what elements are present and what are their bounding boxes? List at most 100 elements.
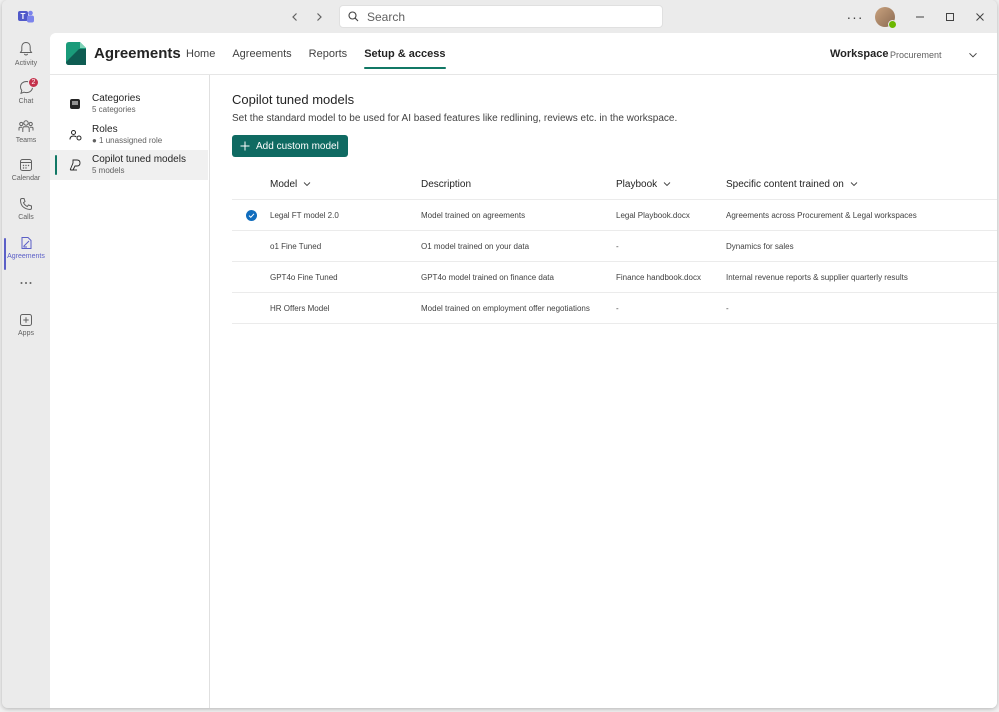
rail-label: Activity [14,60,38,67]
header-model[interactable]: Model [270,179,421,190]
rail-label: Agreements [7,253,45,260]
agreements-icon [21,237,32,249]
chevron-down-icon [850,182,858,187]
cell-model: o1 Fine Tuned [270,241,322,251]
add-custom-model-button[interactable]: Add custom model [232,135,348,157]
header-specific-content[interactable]: Specific content trained on [726,179,996,190]
nav-agreements[interactable]: Agreements [232,33,291,75]
cell-model: HR Offers Model [270,303,330,313]
nav-reports[interactable]: Reports [309,33,348,75]
models-table: Model Description Playbook Specific cont… [232,169,997,324]
cell-playbook: - [616,303,619,313]
minimize-icon[interactable] [905,0,935,33]
close-icon[interactable] [965,0,995,33]
cell-specific-content: Dynamics for sales [726,241,794,251]
search-icon [348,11,359,22]
top-nav: Home Agreements Reports Setup & access [186,33,463,75]
search-box[interactable] [339,5,663,28]
roles-icon [68,128,82,142]
apps-icon [20,314,32,326]
main-content: Copilot tuned models Set the standard mo… [210,75,997,708]
rail-item-activity[interactable]: Activity [2,41,50,79]
maximize-icon[interactable] [935,0,965,33]
workspace-label: Workspace [830,48,889,60]
side-item-copilot-models[interactable]: Copilot tuned models 5 models [50,150,208,180]
rail-item-apps[interactable]: Apps [2,313,50,351]
workspace-dropdown[interactable]: Procurement [884,44,984,66]
rail-label: Calls [18,214,34,221]
app-title: Agreements [94,45,181,62]
cell-specific-content: Internal revenue reports & supplier quar… [726,272,908,282]
rail-item-calendar[interactable]: Calendar [2,158,50,196]
nav-home[interactable]: Home [186,33,215,75]
side-item-title: Copilot tuned models [92,154,186,165]
table-row[interactable]: GPT4o Fine Tuned GPT4o model trained on … [232,262,997,293]
rail-label: Calendar [11,175,41,182]
title-controls: ··· [841,0,997,33]
side-item-roles[interactable]: Roles ● 1 unassigned role [50,120,208,150]
svg-text:T: T [21,12,26,21]
side-item-subtitle: 5 models [92,166,125,175]
cell-description: O1 model trained on your data [421,241,530,251]
search-input[interactable] [367,9,637,24]
side-item-categories[interactable]: Categories 5 categories [50,89,208,119]
rail-label: Apps [18,330,34,337]
row-select-cell[interactable] [232,209,270,221]
chevron-down-icon [969,52,977,58]
side-item-title: Roles [92,123,118,135]
page-title: Copilot tuned models [232,92,355,107]
phone-icon [19,198,32,211]
page-description: Set the standard model to be used for AI… [232,113,678,124]
selected-check-icon[interactable] [245,209,257,221]
settings-side-pane: Categories 5 categories Roles ● 1 unassi… [50,75,210,708]
table-row[interactable]: o1 Fine Tuned O1 model trained on your d… [232,231,997,262]
categories-icon [68,97,82,111]
app-header: Agreements Home Agreements Reports Setup… [50,33,997,75]
workspace-value: Procurement [890,50,942,60]
rail-item-calls[interactable]: Calls [2,197,50,235]
bell-icon [19,41,33,56]
header-model-label: Model [270,178,298,190]
chevron-down-icon [663,182,671,187]
cell-playbook: - [616,241,619,251]
rail-label: Chat [18,98,34,105]
cell-model: Legal FT model 2.0 [270,210,339,220]
cell-description: GPT4o model trained on finance data [421,272,554,282]
plus-icon [240,141,250,151]
rail-item-agreements[interactable]: Agreements [2,236,50,274]
title-bar: T ··· [2,0,997,33]
back-arrow-icon[interactable] [286,8,304,26]
chat-badge: 2 [28,77,39,88]
agreements-logo-icon [66,42,86,65]
cell-description: Model trained on employment offer negoti… [421,303,590,313]
cell-specific-content: - [726,303,729,313]
table-row[interactable]: HR Offers Model Model trained on employm… [232,293,997,324]
more-icon [20,282,32,284]
side-item-title: Categories [92,93,141,104]
more-options-icon[interactable]: ··· [841,9,869,25]
rail-item-teams[interactable]: Teams [2,119,50,157]
cell-playbook[interactable]: Legal Playbook.docx [616,211,726,220]
cell-model: GPT4o Fine Tuned [270,272,338,282]
rail-item-more[interactable] [2,280,50,294]
nav-setup-access[interactable]: Setup & access [364,33,446,75]
add-custom-model-label: Add custom model [256,140,339,152]
forward-arrow-icon[interactable] [310,8,328,26]
chevron-down-icon [303,182,311,187]
table-row[interactable]: Legal FT model 2.0 Model trained on agre… [232,200,997,231]
history-nav [286,8,328,26]
presence-available-icon [888,19,897,29]
rail-label: Teams [15,137,37,144]
side-item-subtitle: ● 1 unassigned role [92,135,163,145]
header-playbook-label: Playbook [616,178,658,190]
agreements-app: Agreements Home Agreements Reports Setup… [50,33,997,708]
avatar[interactable] [875,6,897,29]
header-playbook[interactable]: Playbook [616,179,726,190]
copilot-icon [68,158,82,172]
rail-item-chat[interactable]: 2 Chat [2,77,50,118]
side-item-subtitle: 5 categories [92,105,136,114]
teams-logo-icon[interactable]: T [18,9,34,24]
cell-playbook[interactable]: Finance handbook.docx [616,273,726,282]
header-description: Description [421,178,472,190]
calendar-icon [20,159,32,171]
